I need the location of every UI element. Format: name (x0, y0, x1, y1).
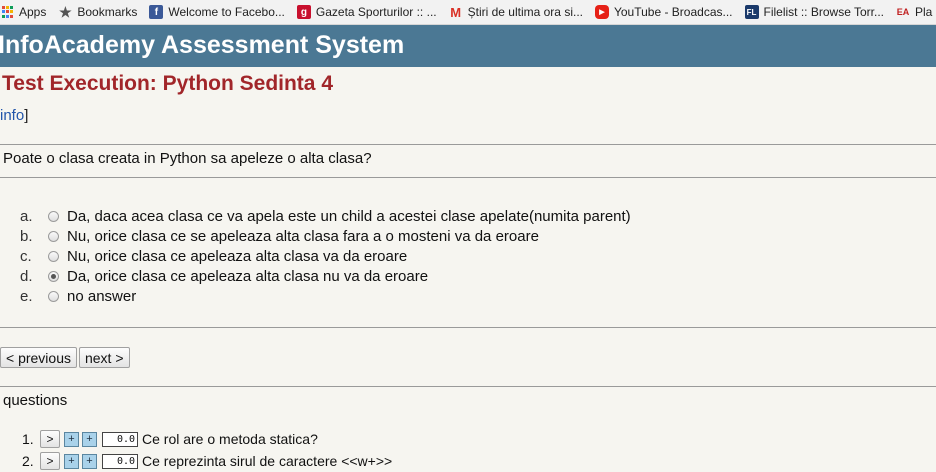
question-title: Ce reprezinta sirul de caractere <<w+>> (142, 453, 393, 469)
bookmark-bookmarks[interactable]: ★ Bookmarks (58, 3, 138, 20)
plus-icon[interactable]: + (64, 431, 79, 447)
plus-icon[interactable]: + (82, 453, 97, 469)
plus-icon[interactable]: + (64, 453, 79, 469)
answer-letter: a. (20, 207, 33, 225)
star-icon: ★ (59, 3, 72, 20)
bookmark-label: Filelist :: Browse Torr... (763, 5, 884, 19)
bookmark-filelist[interactable]: FL Filelist :: Browse Torr... (744, 5, 884, 19)
bookmark-label: Știri de ultima ora si... (467, 5, 583, 19)
questions-list: 1. > + + 0.0 Ce rol are o metoda statica… (22, 428, 392, 472)
answer-letter: d. (20, 267, 33, 285)
answer-radio-selected[interactable] (48, 270, 59, 282)
answer-text: Nu, orice clasa ce se apeleaza alta clas… (67, 227, 539, 245)
answer-letter: c. (20, 247, 32, 265)
answer-list: a. Da, daca acea clasa ce va apela este … (20, 206, 631, 306)
question-score: 0.0 (102, 453, 138, 469)
bookmark-label: Welcome to Facebo... (168, 5, 285, 19)
next-button[interactable]: next > (78, 347, 130, 368)
gazeta-icon: g (296, 5, 311, 19)
bookmark-label: Apps (19, 5, 47, 19)
ea-icon: EA (896, 7, 910, 17)
answer-option-c[interactable]: c. Nu, orice clasa ce apeleaza alta clas… (20, 246, 631, 266)
gmail-icon: M (450, 4, 462, 20)
question-list-item: 1. > + + 0.0 Ce rol are o metoda statica… (22, 428, 392, 450)
bookmark-stiri[interactable]: M Știri de ultima ora si... (449, 4, 583, 20)
answer-radio[interactable] (48, 290, 59, 302)
filelist-icon: FL (744, 5, 759, 19)
answer-option-e[interactable]: e. no answer (20, 286, 631, 306)
info-bracket: ] (24, 107, 29, 124)
bookmark-label: Pla (915, 5, 933, 19)
answer-option-b[interactable]: b. Nu, orice clasa ce se apeleaza alta c… (20, 226, 631, 246)
bookmark-facebook[interactable]: f Welcome to Facebo... (149, 5, 285, 19)
answer-letter: b. (20, 227, 33, 245)
divider (0, 327, 936, 328)
page-title: Test Execution: Python Sedinta 4 (2, 72, 333, 95)
answer-radio[interactable] (48, 210, 59, 222)
youtube-icon: ▶ (594, 5, 609, 19)
question-number: 2. (22, 453, 34, 469)
question-list-item: 2. > + + 0.0 Ce reprezinta sirul de cara… (22, 450, 392, 472)
app-header: InfoAcademy Assessment System (0, 25, 936, 67)
bookmark-youtube[interactable]: ▶ YouTube - Broadcas... (594, 5, 733, 19)
facebook-icon: f (149, 5, 164, 19)
question-number: 1. (22, 431, 34, 447)
bookmark-label: Bookmarks (77, 5, 138, 19)
bookmark-label: Gazeta Sporturilor :: ... (315, 5, 437, 19)
answer-text: Da, orice clasa ce apeleaza alta clasa n… (67, 267, 429, 285)
info-line: info] (0, 107, 28, 124)
answer-letter: e. (20, 287, 33, 305)
question-score: 0.0 (102, 431, 138, 447)
answer-option-a[interactable]: a. Da, daca acea clasa ce va apela este … (20, 206, 631, 226)
apps-grid-icon (2, 6, 14, 18)
answer-radio[interactable] (48, 230, 59, 242)
divider (0, 177, 936, 178)
answer-text: Nu, orice clasa ce apeleaza alta clasa v… (67, 247, 408, 265)
divider (0, 144, 936, 145)
answer-radio[interactable] (48, 250, 59, 262)
questions-heading: questions (3, 392, 68, 409)
info-link[interactable]: info (0, 107, 24, 124)
divider (0, 386, 936, 387)
previous-button[interactable]: < previous (0, 347, 77, 368)
bookmark-pla[interactable]: EA Pla (896, 5, 933, 19)
go-to-question-button[interactable]: > (40, 452, 60, 470)
go-to-question-button[interactable]: > (40, 430, 60, 448)
plus-icon[interactable]: + (82, 431, 97, 447)
question-text: Poate o clasa creata in Python sa apelez… (3, 150, 372, 167)
question-navigation: < previous next > (0, 347, 132, 368)
question-title: Ce rol are o metoda statica? (142, 431, 318, 447)
bookmark-label: YouTube - Broadcas... (613, 5, 733, 19)
answer-text: no answer (67, 287, 137, 305)
answer-text: Da, daca acea clasa ce va apela este un … (67, 207, 631, 225)
app-title: InfoAcademy Assessment System (0, 31, 405, 59)
bookmarks-bar: Apps ★ Bookmarks f Welcome to Facebo... … (0, 0, 936, 25)
bookmark-gazeta[interactable]: g Gazeta Sporturilor :: ... (296, 5, 437, 19)
bookmark-apps[interactable]: Apps (0, 5, 46, 19)
answer-option-d[interactable]: d. Da, orice clasa ce apeleaza alta clas… (20, 266, 631, 286)
